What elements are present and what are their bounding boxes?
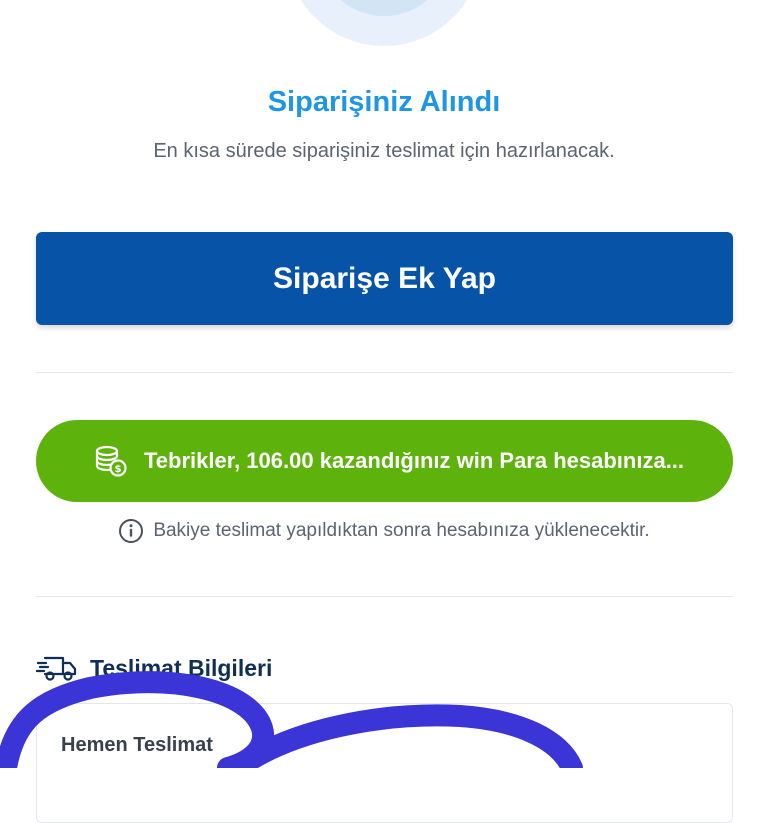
delivery-type: Hemen Teslimat xyxy=(61,734,213,756)
page-title: Siparişiniz Alındı xyxy=(267,86,501,118)
coin-stack-icon: $ xyxy=(95,445,127,477)
svg-text:$: $ xyxy=(115,464,122,475)
delivery-truck-icon xyxy=(36,656,77,681)
info-circle-icon xyxy=(119,519,144,543)
reward-banner[interactable]: $ Tebrikler, 106.00 kazandığınız win Par… xyxy=(36,420,733,502)
balance-info-text: Bakiye teslimat yapıldıktan sonra hesabı… xyxy=(153,520,650,541)
add-to-order-button[interactable]: Siparişe Ek Yap xyxy=(36,232,733,325)
section-title: Teslimat Bilgileri xyxy=(90,654,273,681)
reward-text: Tebrikler, 106.00 kazandığınız win Para … xyxy=(144,448,685,473)
delivery-card[interactable]: Hemen Teslimat xyxy=(36,703,733,823)
divider xyxy=(36,372,733,373)
divider xyxy=(36,596,733,597)
page-subtitle: En kısa sürede siparişiniz teslimat için… xyxy=(153,140,615,162)
delivery-section-header: Teslimat Bilgileri xyxy=(36,652,272,684)
balance-info: Bakiye teslimat yapıldıktan sonra hesabı… xyxy=(0,518,768,544)
